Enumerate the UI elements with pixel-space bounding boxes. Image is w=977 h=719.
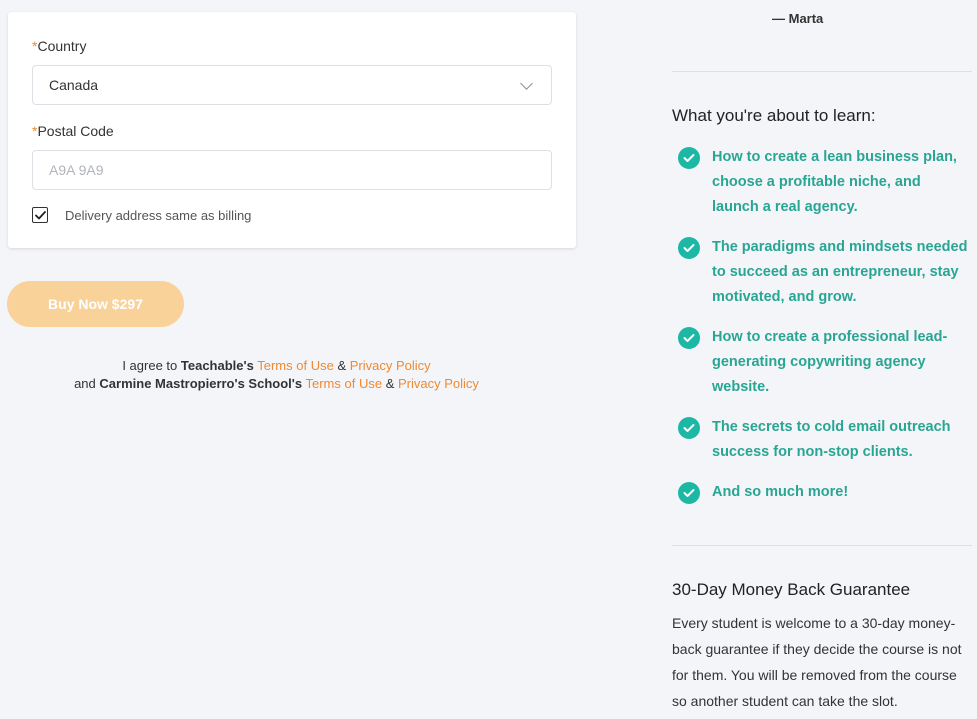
check-circle-icon [678,482,700,504]
checkmark-icon [34,210,46,219]
check-circle-icon [678,327,700,349]
check-circle-icon [678,417,700,439]
country-label: *Country [32,38,87,54]
delivery-checkbox[interactable] [32,207,48,223]
teachable-privacy-link[interactable]: Privacy Policy [350,358,431,373]
school-terms-link[interactable]: Terms of Use [305,376,382,391]
check-circle-icon [678,147,700,169]
agreement-line-1: I agree to Teachable's Terms of Use & Pr… [122,358,431,373]
delivery-checkbox-label: Delivery address same as billing [65,207,252,223]
check-circle-icon [678,237,700,259]
agreement-line-2: and Carmine Mastropierro's School's Term… [74,376,479,391]
divider [672,71,972,72]
guarantee-body: Every student is welcome to a 30-day mon… [672,615,962,709]
learn-section-title: What you're about to learn: [672,106,876,125]
school-name: Carmine Mastropierro's School's [99,376,303,391]
divider [672,545,972,546]
delivery-same-as-billing[interactable]: Delivery address same as billing [32,207,251,223]
list-item: The paradigms and mindsets needed to suc… [678,235,968,310]
teachable-terms-link[interactable]: Terms of Use [257,358,334,373]
teachable-name: Teachable's [180,358,254,373]
list-item: The secrets to cold email outreach succe… [678,415,968,465]
billing-form-card: *Country Canada *Postal Code Delivery ad… [8,12,576,248]
guarantee-title: 30-Day Money Back Guarantee [672,580,911,599]
country-selected-value: Canada [49,77,99,93]
school-privacy-link[interactable]: Privacy Policy [398,376,479,391]
postal-code-label: *Postal Code [32,123,114,139]
chevron-down-icon [520,76,533,90]
country-select[interactable]: Canada [32,65,552,105]
list-item: How to create a lean business plan, choo… [678,145,968,220]
testimonial-author: — Marta [772,11,824,26]
list-item: And so much more! [678,480,968,505]
list-item: How to create a professional lead-genera… [678,325,968,400]
postal-code-input[interactable] [32,150,552,190]
buy-now-button[interactable]: Buy Now $297 [7,281,184,327]
terms-agreement: I agree to Teachable's Terms of Use & Pr… [0,357,553,393]
learn-list: How to create a lean business plan, choo… [678,145,968,520]
